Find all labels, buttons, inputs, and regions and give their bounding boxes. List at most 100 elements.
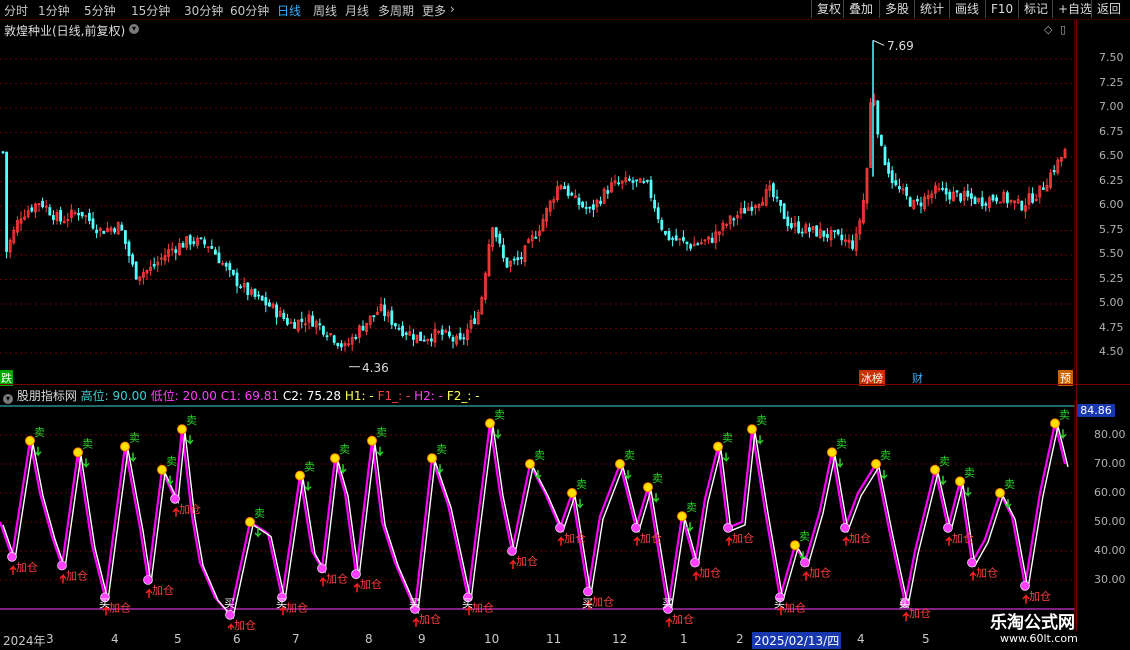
candle-down bbox=[782, 203, 786, 220]
candle-down bbox=[224, 262, 228, 267]
period-60m[interactable]: 60分钟 bbox=[230, 2, 269, 19]
add-label: 加仓 bbox=[784, 600, 806, 614]
back-button[interactable]: 返回 bbox=[1091, 0, 1126, 18]
sell-label: 卖 bbox=[129, 432, 140, 445]
add-label: 加仓 bbox=[952, 531, 974, 545]
candle-down bbox=[332, 335, 336, 343]
candle-down bbox=[210, 246, 214, 249]
candle-down bbox=[239, 286, 243, 289]
date-label: 5 bbox=[174, 632, 182, 646]
candle-down bbox=[826, 234, 829, 238]
sell-label: 卖 bbox=[1004, 478, 1015, 491]
candle-down bbox=[631, 180, 635, 183]
candle-down bbox=[570, 192, 574, 196]
add-label: 加仓 bbox=[976, 566, 998, 580]
sell-label: 卖 bbox=[686, 501, 697, 514]
down-arrow-icon bbox=[722, 452, 730, 463]
buy-label: 买 bbox=[774, 597, 785, 610]
candle-down bbox=[246, 282, 250, 296]
buy-label: 买 bbox=[582, 597, 593, 610]
candle-down bbox=[984, 203, 988, 206]
candle-down bbox=[959, 193, 962, 202]
sell-label: 卖 bbox=[534, 449, 545, 462]
add-label: 加仓 bbox=[909, 606, 931, 620]
sell-label: 卖 bbox=[166, 455, 177, 468]
chevron-right-icon[interactable]: › bbox=[450, 2, 455, 16]
down-arrow-icon bbox=[129, 452, 137, 463]
candle-down bbox=[192, 241, 196, 244]
current-value-badge: 84.86 bbox=[1077, 404, 1115, 417]
mark-button[interactable]: 标记 bbox=[1018, 0, 1053, 18]
date-axis: 2024年 3 4 5 6 7 8 9 10 11 12 1 2 2025/02… bbox=[0, 630, 1075, 650]
multi-stock-button[interactable]: 多股 bbox=[879, 0, 914, 18]
price-axis: 7.50 7.25 7.00 6.75 6.50 6.25 6.00 5.75 … bbox=[1076, 20, 1130, 384]
period-1m[interactable]: 1分钟 bbox=[38, 2, 70, 19]
candle-down bbox=[498, 233, 502, 244]
down-arrow-icon bbox=[756, 435, 764, 446]
candle-down bbox=[80, 211, 84, 217]
add-label: 加仓 bbox=[179, 502, 201, 516]
down-arrow-icon bbox=[624, 470, 632, 480]
date-label: 7 bbox=[292, 632, 300, 646]
price-tick: 5.25 bbox=[1099, 271, 1124, 285]
candle-down bbox=[577, 197, 581, 206]
down-arrow-icon bbox=[186, 435, 194, 446]
period-1[interactable]: 分时 bbox=[4, 2, 28, 19]
candle-down bbox=[599, 200, 602, 204]
candle-down bbox=[660, 219, 664, 230]
indicator-tick: 50.00 bbox=[1094, 515, 1126, 528]
draw-line-button[interactable]: 画线 bbox=[949, 0, 984, 18]
candle-down bbox=[1031, 193, 1034, 203]
period-daily[interactable]: 日线 bbox=[277, 2, 301, 19]
candle-down bbox=[30, 207, 34, 212]
indicator-tick: 80.00 bbox=[1094, 428, 1126, 441]
crosshair-date-badge: 2025/02/13/四 bbox=[752, 632, 842, 649]
candle-down bbox=[501, 244, 505, 259]
candle-down bbox=[264, 297, 268, 306]
period-monthly[interactable]: 月线 bbox=[345, 2, 369, 19]
period-weekly[interactable]: 周线 bbox=[313, 2, 337, 19]
candle-down bbox=[955, 190, 959, 193]
candle-down bbox=[383, 304, 387, 317]
period-30m[interactable]: 30分钟 bbox=[184, 2, 223, 19]
overlay-button[interactable]: 叠加 bbox=[843, 0, 878, 18]
down-arrow-icon bbox=[686, 522, 694, 533]
candle-down bbox=[458, 332, 462, 340]
indicator-chart[interactable]: 加仓卖加仓卖加仓买卖加仓卖加仓卖加仓买卖加仓买卖加仓卖加仓卖加仓买卖加仓买卖加仓… bbox=[0, 400, 1075, 630]
candle-down bbox=[786, 216, 790, 227]
period-15m[interactable]: 15分钟 bbox=[131, 2, 170, 19]
candle-down bbox=[422, 339, 426, 342]
period-5m[interactable]: 5分钟 bbox=[84, 2, 116, 19]
candle-down bbox=[970, 193, 973, 199]
candle-down bbox=[447, 331, 451, 337]
down-arrow-icon bbox=[880, 470, 888, 480]
candle-down bbox=[656, 207, 660, 220]
candle-down bbox=[779, 199, 782, 206]
add-label: 加仓 bbox=[564, 531, 586, 545]
add-label: 加仓 bbox=[592, 595, 614, 609]
price-tick: 6.75 bbox=[1099, 124, 1124, 138]
candle-down bbox=[750, 206, 754, 211]
fuquan-button[interactable]: 复权 bbox=[811, 0, 846, 18]
f10-button[interactable]: F10 bbox=[985, 0, 1018, 18]
candle-down bbox=[995, 197, 998, 202]
candle-down bbox=[800, 231, 804, 234]
buy-label: 买 bbox=[409, 597, 420, 610]
down-arrow-icon bbox=[836, 458, 844, 469]
candle-down bbox=[671, 237, 674, 240]
candle-down bbox=[588, 206, 592, 209]
candle-down bbox=[95, 229, 98, 234]
period-multi[interactable]: 多周期 bbox=[378, 2, 414, 19]
period-more[interactable]: 更多 bbox=[422, 2, 446, 19]
date-label: 5 bbox=[922, 632, 930, 646]
candle-down bbox=[941, 187, 944, 190]
stats-button[interactable]: 统计 bbox=[914, 0, 949, 18]
candle-down bbox=[124, 230, 127, 244]
candle-down bbox=[973, 197, 977, 204]
candle-down bbox=[260, 295, 264, 301]
candle-down bbox=[336, 343, 340, 346]
buy-label: 买 bbox=[224, 597, 235, 610]
price-tick: 7.00 bbox=[1099, 100, 1124, 113]
candlestick-chart[interactable] bbox=[0, 20, 1075, 384]
sell-label: 卖 bbox=[939, 455, 950, 468]
